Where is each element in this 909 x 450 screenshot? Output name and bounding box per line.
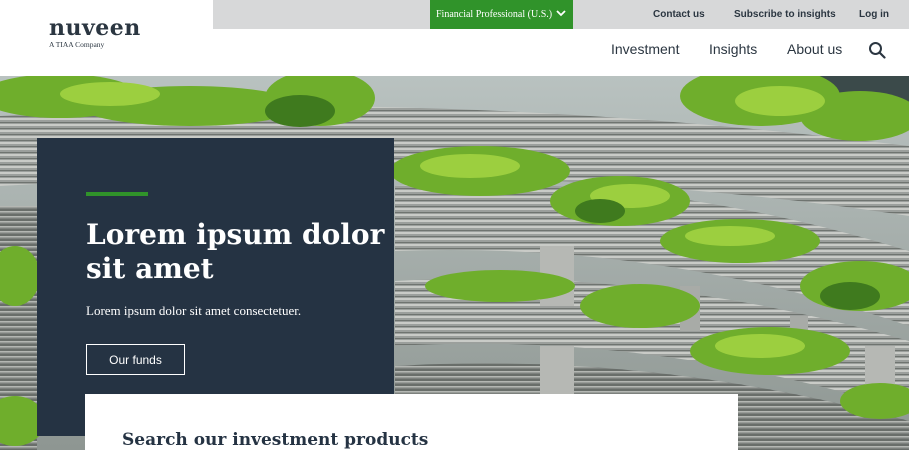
main-nav: Investment Insights About us xyxy=(213,29,909,76)
role-selector-label: Financial Professional (U.S.) xyxy=(436,9,553,20)
nav-investment[interactable]: Investment xyxy=(611,41,679,57)
role-selector[interactable]: Financial Professional (U.S.) xyxy=(430,0,573,29)
logo[interactable]: nuveen A TIAA Company xyxy=(0,0,213,76)
search-icon[interactable] xyxy=(868,41,886,59)
hero-subtitle: Lorem ipsum dolor sit amet consectetuer. xyxy=(86,303,302,318)
logo-wordmark: nuveen xyxy=(49,15,141,41)
search-products-panel: Search our investment products xyxy=(85,394,738,450)
hero-title: Lorem ipsum dolor sit amet xyxy=(86,218,385,285)
logo-tagline: A TIAA Company xyxy=(49,40,105,49)
hero-card: Lorem ipsum dolor sit amet Lorem ipsum d… xyxy=(37,138,394,436)
utility-bar: Financial Professional (U.S.) Contact us… xyxy=(213,0,909,29)
nav-about[interactable]: About us xyxy=(787,41,842,57)
subscribe-link[interactable]: Subscribe to insights xyxy=(734,9,836,20)
nav-insights[interactable]: Insights xyxy=(709,41,757,57)
hero-accent-bar xyxy=(86,192,148,196)
search-products-heading: Search our investment products xyxy=(122,430,429,450)
login-link[interactable]: Log in xyxy=(859,9,889,20)
hero: Lorem ipsum dolor sit amet Lorem ipsum d… xyxy=(0,76,909,450)
contact-us-link[interactable]: Contact us xyxy=(653,9,705,20)
chevron-down-icon xyxy=(556,10,566,17)
our-funds-button[interactable]: Our funds xyxy=(86,344,185,375)
